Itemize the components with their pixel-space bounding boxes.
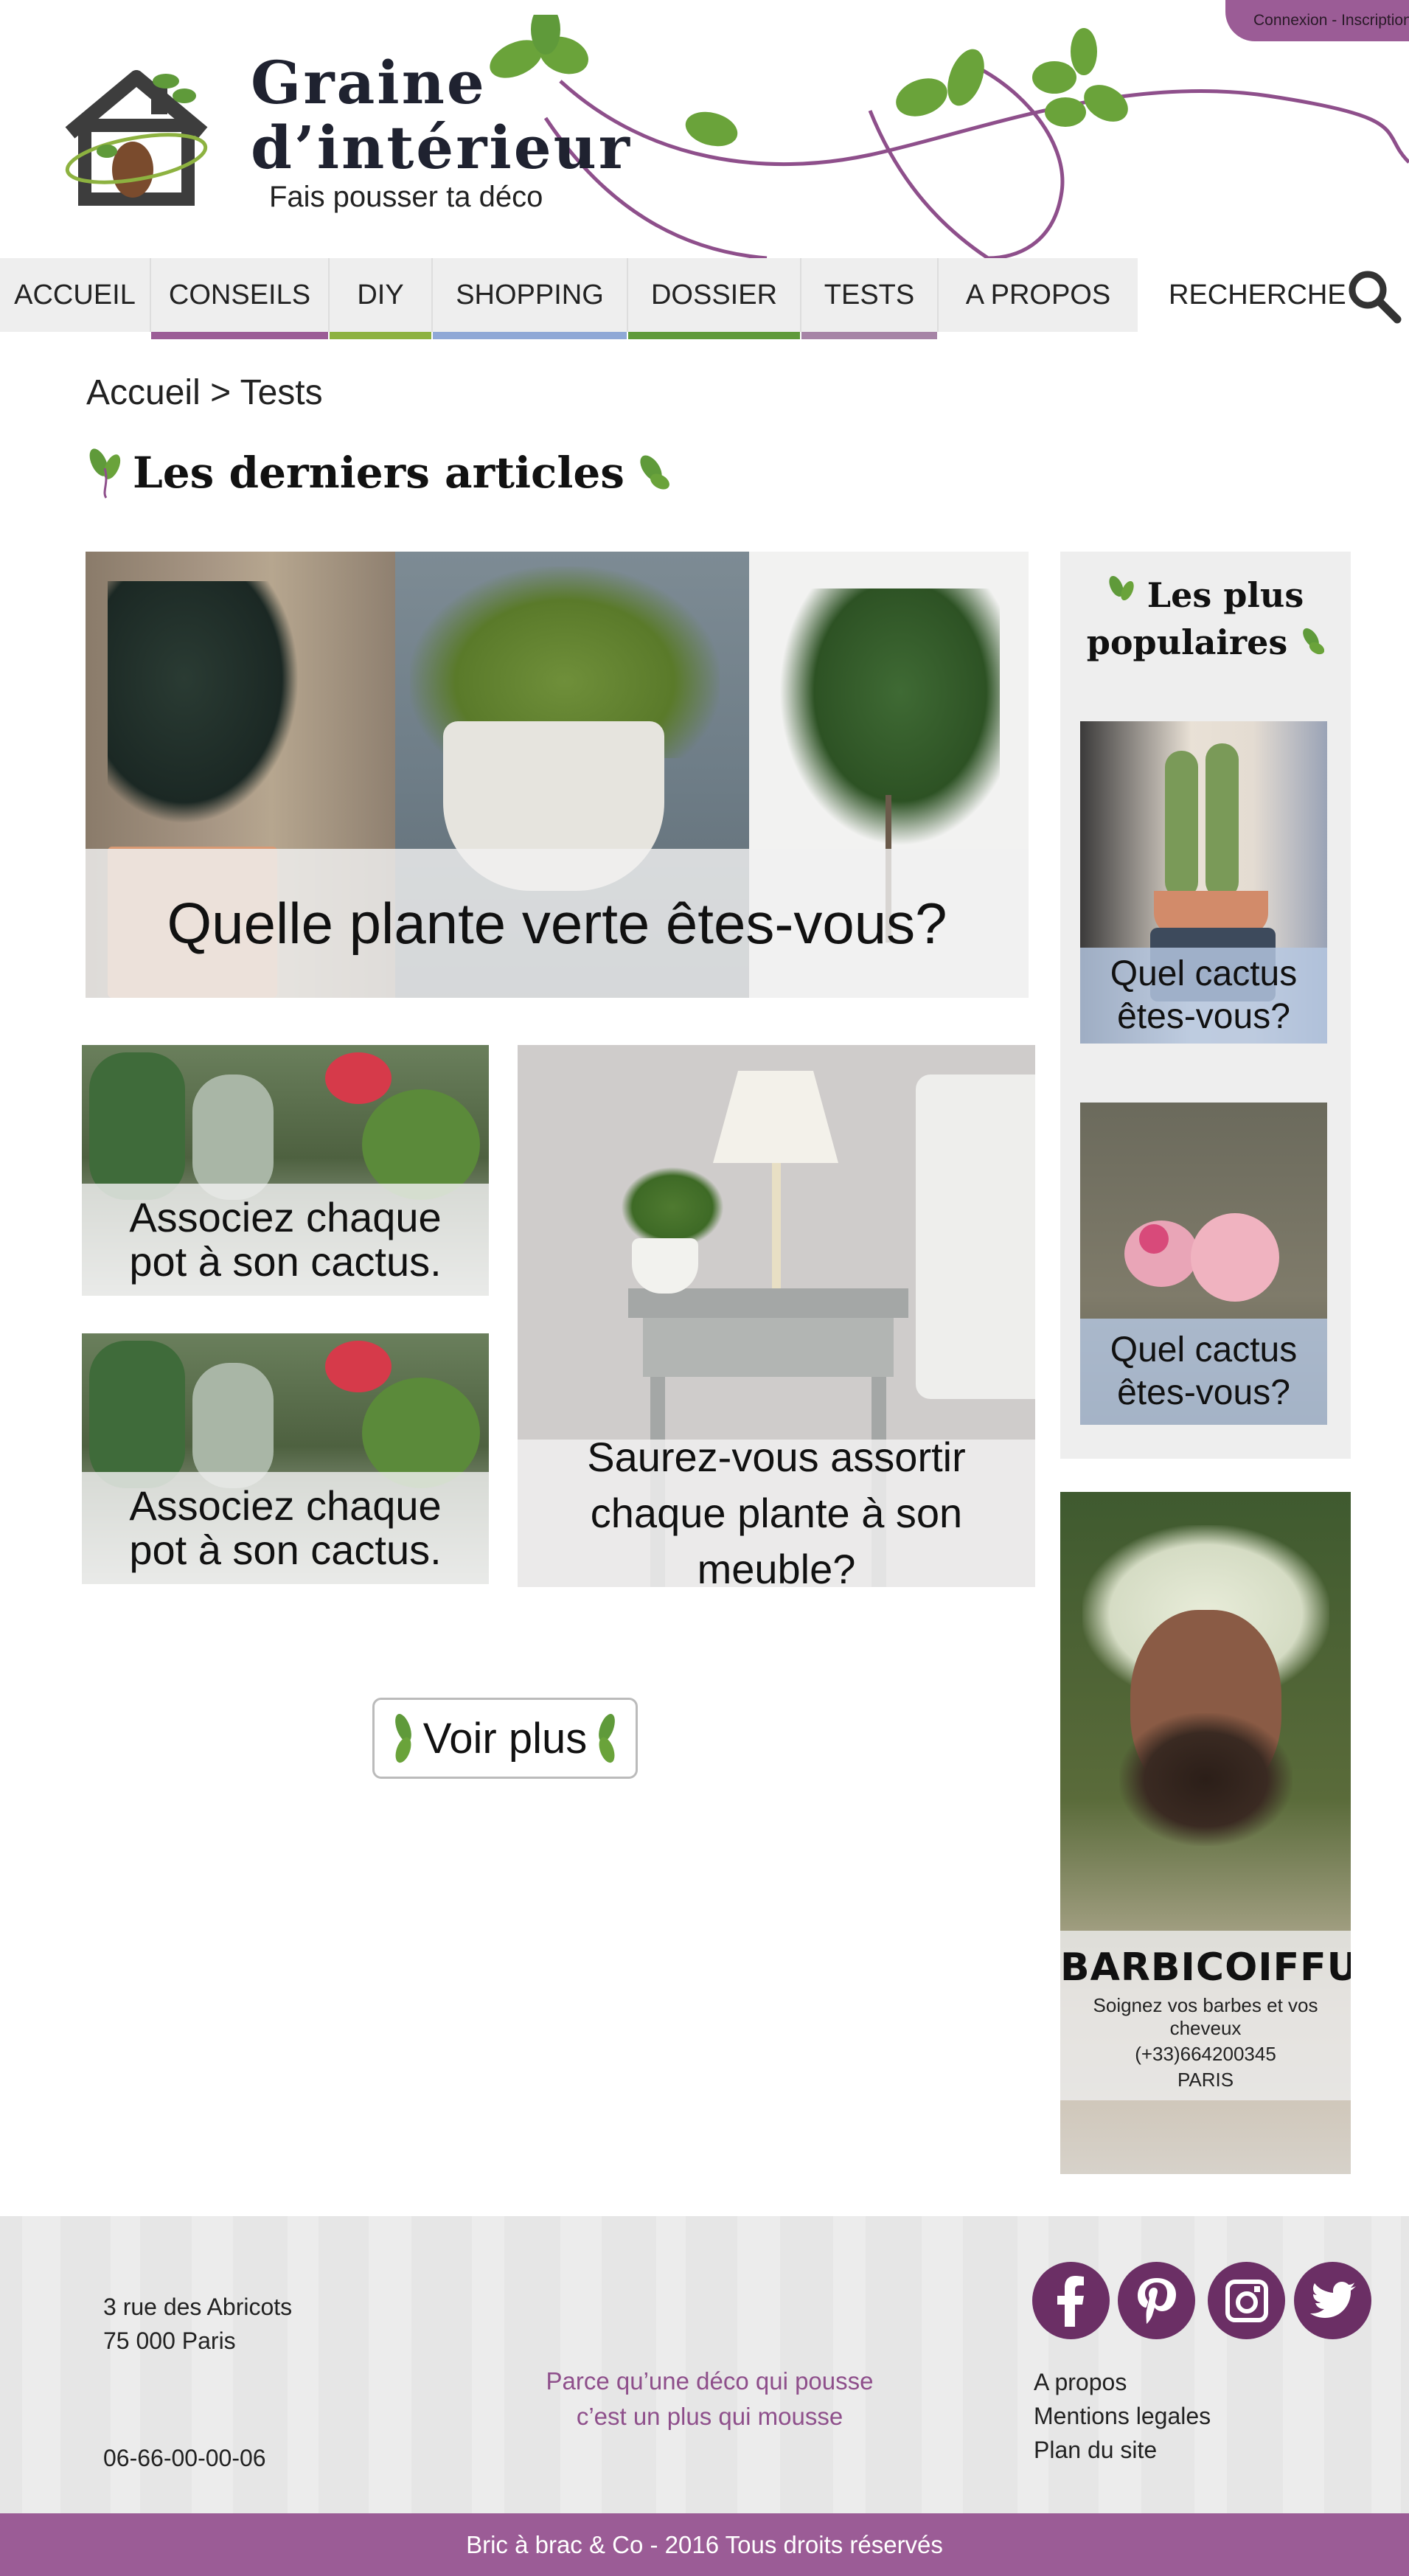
article-card-cactus-2[interactable]: Associez chaque pot à son cactus.: [82, 1333, 489, 1584]
nav-item-conseils[interactable]: CONSEILS: [151, 258, 330, 339]
search-field[interactable]: RECHERCHE: [1169, 258, 1346, 332]
see-more-button[interactable]: Voir plus: [372, 1698, 638, 1779]
popular-item-caption: Quel cactus êtes-vous?: [1080, 948, 1327, 1044]
footer-address: 3 rue des Abricots 75 000 Paris: [103, 2290, 292, 2358]
ad-brand: BARBICOIFFURE: [1060, 1945, 1351, 1990]
leaf-icon: [599, 1713, 616, 1763]
advertisement-banner[interactable]: BARBICOIFFURE Soignez vos barbes et vos …: [1060, 1492, 1351, 2174]
section-title-latest: Les derniers articles: [87, 446, 672, 499]
furniture-caption: Saurez-vous assortir chaque plante à son…: [518, 1434, 1035, 1587]
ad-text-panel: BARBICOIFFURE Soignez vos barbes et vos …: [1060, 1931, 1351, 2100]
nav-accent-bar: [433, 332, 627, 339]
article-card-cactus-1[interactable]: Associez chaque pot à son cactus.: [82, 1045, 489, 1296]
tagline: Fais pousser ta déco: [269, 181, 543, 213]
twitter-icon[interactable]: [1294, 2262, 1371, 2339]
section-title-text: Les derniers articles: [133, 448, 625, 498]
ad-city: PARIS: [1177, 2069, 1234, 2091]
brand-logo-text[interactable]: Graine d’intérieur: [251, 50, 632, 180]
slogan-line1: Parce qu’une déco qui pousse: [546, 2367, 874, 2395]
nav-item-dossier[interactable]: DOSSIER: [628, 258, 801, 339]
address-line1: 3 rue des Abricots: [103, 2294, 293, 2320]
nav-item-shopping[interactable]: SHOPPING: [433, 258, 628, 339]
nav-label: DIY: [357, 279, 404, 310]
leaf-icon: [394, 1713, 411, 1763]
hero-caption: Quelle plante verte êtes-vous?: [86, 849, 1029, 998]
nav-item-accueil[interactable]: ACCUEIL: [0, 258, 151, 332]
nav-label: DOSSIER: [650, 279, 778, 310]
nav-item-tests[interactable]: TESTS: [801, 258, 939, 339]
slogan-line2: c’est un plus qui mousse: [576, 2403, 843, 2430]
popular-title-line2: populaires: [1086, 622, 1288, 662]
nav-accent-bar: [628, 332, 800, 339]
footer-phone: 06-66-00-00-06: [103, 2445, 266, 2471]
instagram-icon[interactable]: [1208, 2262, 1285, 2339]
pinterest-icon[interactable]: [1118, 2262, 1195, 2339]
popular-title: Les plus populaires: [1060, 572, 1351, 666]
nav-item-a-propos[interactable]: A PROPOS: [939, 258, 1138, 332]
address-line2: 75 000 Paris: [103, 2327, 236, 2354]
popular-item-caption: Quel cactus êtes-vous?: [1080, 1319, 1327, 1425]
footer-slogan: Parce qu’une déco qui pousse c’est un pl…: [516, 2364, 903, 2434]
cactus-caption: Associez chaque pot à son cactus.: [82, 1472, 489, 1584]
nav-label: ACCUEIL: [14, 279, 136, 310]
nav-label: TESTS: [824, 279, 915, 310]
copyright-bar: Bric à brac & Co - 2016 Tous droits rése…: [0, 2513, 1409, 2576]
footer-link-plan[interactable]: Plan du site: [1034, 2433, 1211, 2467]
nav-item-diy[interactable]: DIY: [330, 258, 433, 339]
nav-accent-bar: [330, 332, 431, 339]
search-icon[interactable]: [1346, 268, 1402, 324]
ad-line1: Soignez vos barbes et vos cheveux: [1093, 1994, 1318, 2039]
see-more-label: Voir plus: [422, 1714, 588, 1763]
nav-label: CONSEILS: [168, 279, 311, 310]
footer-links: A propos Mentions legales Plan du site: [1034, 2365, 1211, 2467]
nav-label: SHOPPING: [456, 279, 604, 310]
leaf-icon: [89, 448, 121, 499]
search-label: RECHERCHE: [1169, 279, 1346, 310]
copyright-text: Bric à brac & Co - 2016 Tous droits rése…: [466, 2530, 943, 2558]
article-card-hero[interactable]: Quelle plante verte êtes-vous?: [86, 552, 1029, 998]
main-nav: ACCUEIL CONSEILS DIY SHOPPING DOSSIER TE…: [0, 258, 1409, 341]
brand-line1: Graine: [251, 48, 487, 117]
brand-line2: d’intérieur: [251, 113, 632, 182]
leaf-icon: [1109, 575, 1134, 601]
nav-accent-bar: [151, 332, 328, 339]
popular-item[interactable]: Quel cactus êtes-vous?: [1080, 721, 1327, 1044]
footer-link-mentions[interactable]: Mentions legales: [1034, 2399, 1211, 2433]
article-card-furniture[interactable]: Saurez-vous assortir chaque plante à son…: [518, 1045, 1035, 1587]
logo-house-icon: [65, 70, 208, 206]
nav-accent-bar: [801, 332, 937, 339]
cactus-caption: Associez chaque pot à son cactus.: [82, 1184, 489, 1296]
footer-link-a-propos[interactable]: A propos: [1034, 2365, 1211, 2399]
popular-title-line1: Les plus: [1147, 575, 1304, 615]
facebook-icon[interactable]: [1032, 2262, 1110, 2339]
popular-item[interactable]: Quel cactus êtes-vous?: [1080, 1103, 1327, 1425]
ad-phone: (+33)664200345: [1135, 2043, 1276, 2065]
leaf-icon: [640, 455, 669, 490]
nav-label: A PROPOS: [965, 279, 1111, 310]
leaf-icon: [1303, 628, 1325, 655]
breadcrumb[interactable]: Accueil > Tests: [86, 372, 323, 413]
